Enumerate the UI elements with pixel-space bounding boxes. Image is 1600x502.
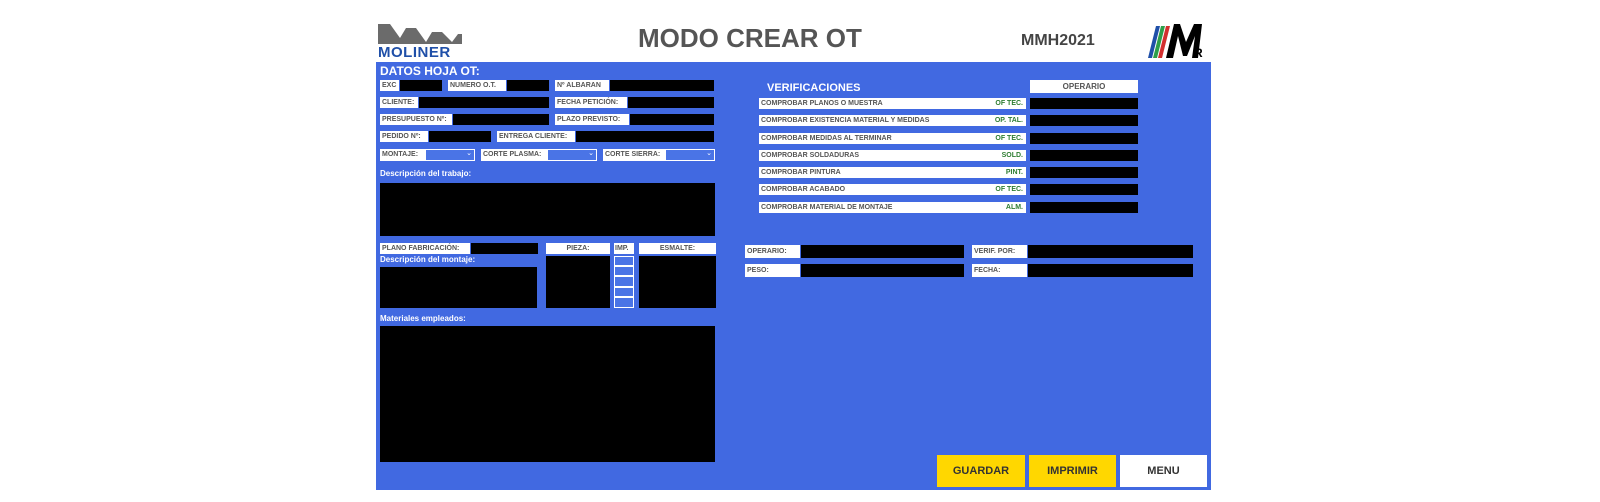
page-code: MMH2021 [1021, 32, 1095, 49]
corner-logo-letter: R [1194, 46, 1203, 60]
chevron-down-icon: ⌄ [706, 150, 712, 157]
descripcion-montaje-field[interactable] [380, 267, 537, 308]
page-title: MODO CREAR OT [638, 23, 862, 53]
corner-logo: R [1146, 20, 1210, 62]
check-operario-field-pintura[interactable] [1030, 167, 1138, 178]
chevron-down-icon: ⌄ [466, 150, 472, 157]
guardar-button[interactable]: GUARDAR [937, 455, 1025, 487]
esmalte-label: ESMALTE: [639, 243, 716, 254]
pieza-label: PIEZA: [546, 243, 610, 254]
moliner-logo: MOLINER [376, 20, 464, 61]
section-title: DATOS HOJA OT: [380, 64, 480, 78]
check-operario-field-medidas[interactable] [1030, 133, 1138, 144]
exc-label: EXC [380, 80, 399, 91]
imprimir-button[interactable]: IMPRIMIR [1029, 455, 1116, 487]
presupuesto-field[interactable] [453, 114, 549, 125]
presupuesto-label: PRESUPUESTO Nº: [380, 114, 452, 125]
check-row-acabado: COMPROBAR ACABADO OF TEC. [759, 184, 1026, 195]
pedido-field[interactable] [429, 131, 491, 142]
corte-plasma-label: CORTE PLASMA: [481, 149, 547, 161]
check-label: COMPROBAR PLANOS O MUESTRA [761, 100, 883, 107]
chevron-down-icon: ⌄ [588, 150, 594, 157]
verificaciones-title: VERIFICACIONES [767, 82, 861, 94]
check-label: COMPROBAR EXISTENCIA MATERIAL Y MEDIDAS [761, 117, 930, 124]
pieza-field[interactable] [546, 256, 610, 308]
check-label: COMPROBAR PINTURA [761, 169, 841, 176]
check-operario-field-acabado[interactable] [1030, 184, 1138, 195]
imp-checkbox[interactable] [614, 266, 634, 276]
descripcion-trabajo-label: Descripción del trabajo: [380, 169, 472, 178]
operario-field[interactable] [801, 245, 964, 258]
check-row-pintura: COMPROBAR PINTURA PINT. [759, 167, 1026, 178]
imp-checkbox[interactable] [614, 256, 634, 266]
fecha-label: FECHA: [972, 264, 1027, 277]
plazo-previsto-field[interactable] [630, 114, 714, 125]
check-code: OF TEC. [995, 135, 1023, 142]
exc-field[interactable] [400, 80, 442, 91]
moliner-logo-mountains-icon [378, 24, 462, 44]
check-row-existencia: COMPROBAR EXISTENCIA MATERIAL Y MEDIDAS O… [759, 115, 1026, 126]
imp-checkbox[interactable] [614, 297, 634, 308]
check-code: OP. TAL. [994, 117, 1023, 124]
plazo-previsto-label: PLAZO PREVISTO: [555, 114, 629, 125]
check-code: PINT. [1005, 169, 1023, 176]
albaran-label: Nº ALBARAN [555, 80, 609, 91]
descripcion-montaje-label: Descripción del montaje: [380, 255, 476, 264]
cliente-label: CLIENTE: [380, 97, 418, 108]
check-row-medidas: COMPROBAR MEDIDAS AL TERMINAR OF TEC. [759, 133, 1026, 144]
materiales-label: Materiales empleados: [380, 314, 466, 323]
menu-button[interactable]: MENU [1120, 455, 1207, 487]
entrega-cliente-field[interactable] [576, 131, 714, 142]
check-row-planos: COMPROBAR PLANOS O MUESTRA OF TEC. [759, 98, 1026, 109]
moliner-logo-text: MOLINER [378, 44, 451, 61]
fecha-peticion-label: FECHA PETICIÓN: [555, 97, 627, 108]
check-label: COMPROBAR ACABADO [761, 186, 846, 193]
verif-por-field[interactable] [1028, 245, 1193, 258]
fecha-peticion-field[interactable] [628, 97, 714, 108]
esmalte-field[interactable] [639, 256, 716, 308]
descripcion-trabajo-field[interactable] [380, 183, 715, 236]
plano-fabricacion-label: PLANO FABRICACIÓN: [380, 243, 470, 254]
cliente-field[interactable] [419, 97, 549, 108]
numero-ot-label: NUMERO O.T. [448, 80, 506, 91]
operario-column-header: OPERARIO [1030, 80, 1138, 93]
corte-sierra-label: CORTE SIERRA: [603, 149, 665, 161]
check-row-soldaduras: COMPROBAR SOLDADURAS SOLD. [759, 150, 1026, 161]
imp-label: IMP. [614, 243, 634, 254]
peso-field[interactable] [801, 264, 964, 277]
header-bar: MOLINER MODO CREAR OT MMH2021 R [376, 16, 1211, 62]
check-code: SOLD. [1001, 152, 1023, 159]
check-code: OF TEC. [995, 186, 1023, 193]
check-row-material-montaje: COMPROBAR MATERIAL DE MONTAJE ALM. [759, 202, 1026, 213]
check-label: COMPROBAR SOLDADURAS [761, 152, 859, 159]
montaje-label: MONTAJE: [380, 149, 425, 161]
check-label: COMPROBAR MATERIAL DE MONTAJE [761, 204, 893, 211]
peso-label: PESO: [745, 264, 800, 277]
imp-checkbox-column [614, 256, 634, 308]
pedido-label: PEDIDO Nº: [380, 131, 428, 142]
check-code: OF TEC. [995, 100, 1023, 107]
corte-plasma-dropdown[interactable]: ⌄ [547, 149, 597, 161]
entrega-cliente-label: ENTREGA CLIENTE: [497, 131, 575, 142]
plano-fabricacion-field[interactable] [471, 243, 538, 254]
imp-checkbox[interactable] [614, 276, 634, 287]
check-operario-field-existencia[interactable] [1030, 115, 1138, 126]
check-operario-field-planos[interactable] [1030, 98, 1138, 109]
verif-por-label: VERIF. POR: [972, 245, 1027, 258]
montaje-dropdown[interactable]: ⌄ [425, 149, 475, 161]
materiales-field[interactable] [380, 326, 715, 462]
corte-sierra-dropdown[interactable]: ⌄ [665, 149, 715, 161]
albaran-field[interactable] [610, 80, 714, 91]
imp-checkbox[interactable] [614, 287, 634, 297]
check-label: COMPROBAR MEDIDAS AL TERMINAR [761, 135, 892, 142]
numero-ot-field[interactable] [507, 80, 549, 91]
check-code: ALM. [1005, 204, 1023, 211]
fecha-field[interactable] [1028, 264, 1193, 277]
check-operario-field-soldaduras[interactable] [1030, 150, 1138, 161]
check-operario-field-material-montaje[interactable] [1030, 202, 1138, 213]
operario-label: OPERARIO: [745, 245, 800, 258]
